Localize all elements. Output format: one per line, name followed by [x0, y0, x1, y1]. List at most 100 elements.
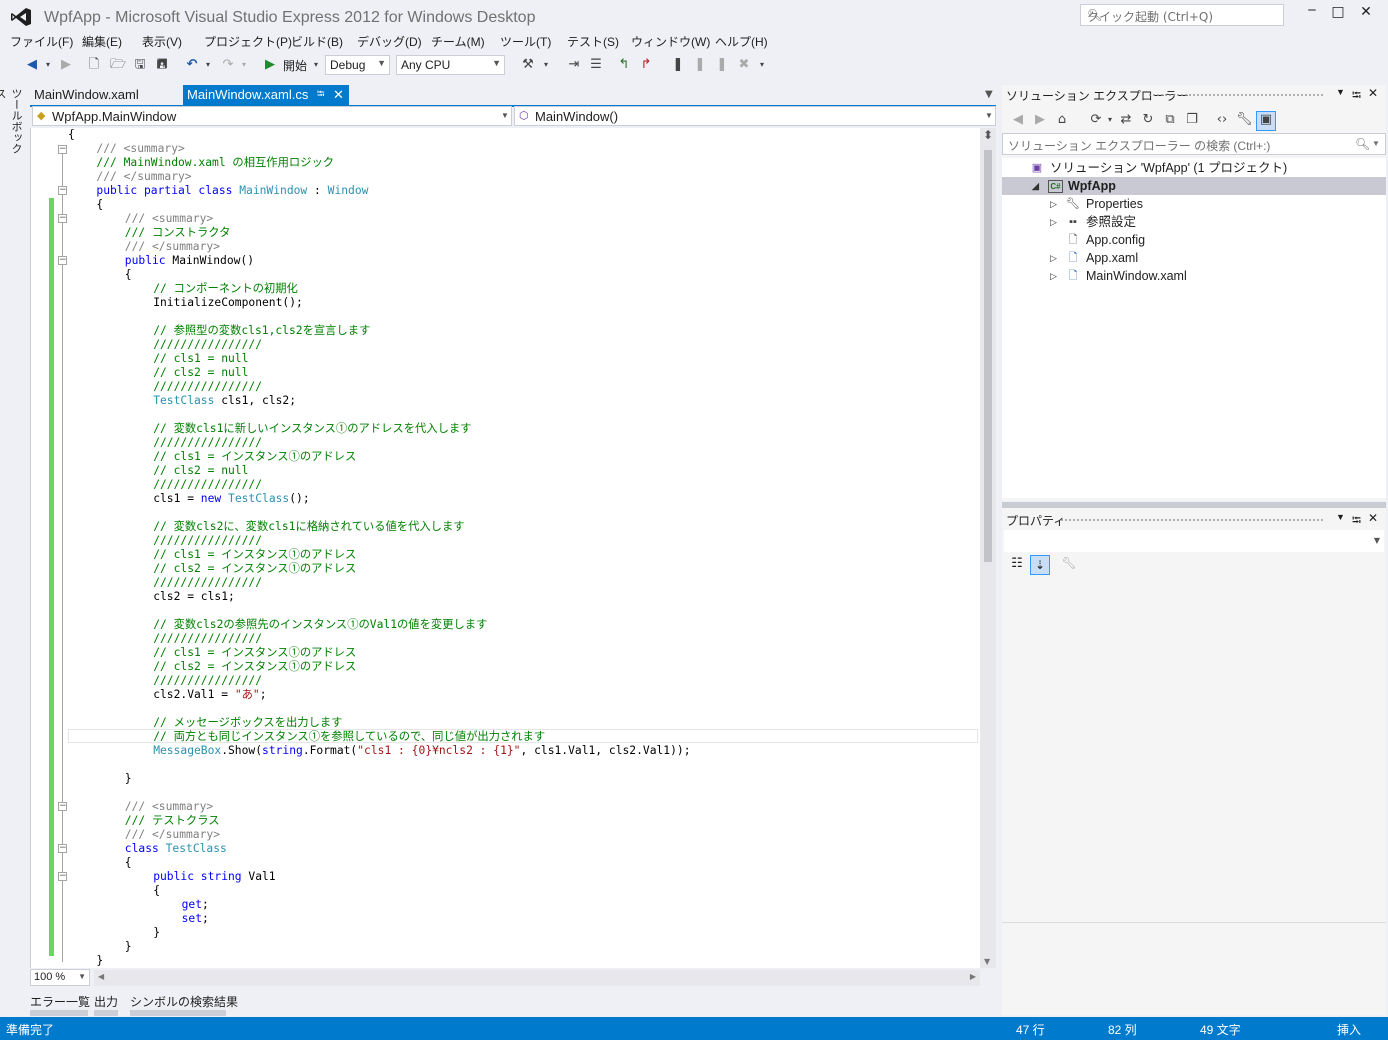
tree-item[interactable]: ▷ 🗋︎ App.xaml [1002, 249, 1386, 267]
forward-icon[interactable]: ▶ [58, 57, 74, 73]
view-code-icon[interactable]: ‹› [1214, 112, 1230, 128]
scroll-right-icon[interactable]: ▶ [970, 972, 976, 981]
chevron-down-icon[interactable]: ▾ [308, 57, 324, 73]
refresh-icon[interactable]: ↻ [1140, 112, 1156, 128]
new-project-icon[interactable]: 🗋︎ [86, 57, 102, 73]
solution-explorer-search-input[interactable]: ソリューション エクスプローラー の検索 (Ctrl+:) 🔍︎ ▼ [1002, 133, 1386, 155]
tree-item[interactable]: ▣ ソリューション 'WpfApp' (1 プロジェクト) [1002, 159, 1386, 177]
close-icon[interactable]: ✕ [1368, 86, 1378, 100]
collapse-toggle[interactable]: − [58, 802, 67, 811]
menu-edit[interactable]: 編集(E) [82, 33, 122, 50]
collapse-toggle[interactable]: − [58, 145, 67, 154]
expanded-arrow-icon[interactable]: ◢ [1032, 177, 1039, 195]
collapsed-arrow-icon[interactable]: ▷ [1050, 267, 1057, 285]
zoom-select[interactable]: 100 % ▼ [30, 969, 90, 986]
categorized-icon[interactable]: ☷ [1008, 556, 1026, 574]
clear-bookmarks-icon[interactable]: ✖ [736, 57, 752, 73]
menu-file[interactable]: ファイル(F) [10, 33, 73, 50]
start-debug-icon[interactable]: ▶ [262, 57, 278, 73]
preview-selected-items-icon[interactable]: ▣ [1256, 111, 1276, 131]
chevron-down-icon[interactable]: ▼ [1336, 87, 1345, 97]
vertical-scroll-thumb[interactable] [984, 150, 992, 562]
quick-launch-input[interactable]: クイック起動 (Ctrl+Q) 🔍︎ [1080, 4, 1284, 26]
tab-error-list[interactable]: エラー一覧 [30, 993, 90, 1010]
bookmark-icon[interactable]: ❚ [670, 57, 686, 73]
property-pages-icon[interactable]: 🔧︎ [1060, 556, 1078, 574]
tab-output[interactable]: 出力 [94, 993, 118, 1010]
tree-item[interactable]: ▷ 🗋︎ MainWindow.xaml [1002, 267, 1386, 285]
chevron-down-icon[interactable]: ▾ [40, 57, 56, 73]
save-all-icon[interactable]: 🖪︎ [154, 57, 170, 73]
solution-platform-select[interactable]: Any CPU ▼ [396, 55, 505, 75]
menu-test[interactable]: テスト(S) [567, 33, 619, 50]
start-button-label[interactable]: 開始 [283, 57, 307, 74]
collapsed-arrow-icon[interactable]: ▷ [1050, 195, 1057, 213]
toolbar-overflow-icon[interactable]: ▾ [538, 57, 554, 73]
tree-item[interactable]: ▷ ▪▪ 参照設定 [1002, 213, 1386, 231]
collapse-toggle[interactable]: − [58, 186, 67, 195]
collapse-toggle[interactable]: − [58, 256, 67, 265]
previous-bookmark-icon[interactable]: ❚ [692, 57, 708, 73]
outdent-icon[interactable]: ☰ [588, 57, 604, 73]
type-navigation-select[interactable]: ◆ WpfApp.MainWindow ▼ [32, 106, 512, 126]
find-in-files-icon[interactable]: ⚒ [520, 57, 536, 73]
tree-item[interactable]: ◢ C# WpfApp [1002, 177, 1386, 195]
pin-icon[interactable]: ⭾ [317, 85, 325, 105]
chevron-down-icon[interactable]: ▾ [236, 57, 252, 73]
back-icon[interactable]: ◀ [1010, 112, 1026, 128]
menu-project[interactable]: プロジェクト(P) [204, 33, 292, 50]
collapse-toggle[interactable]: − [58, 214, 67, 223]
open-file-icon[interactable]: 🗁︎ [110, 57, 126, 73]
indent-icon[interactable]: ⇥ [566, 57, 582, 73]
save-icon[interactable]: 🖫︎ [132, 57, 148, 73]
tab-find-symbol-results[interactable]: シンボルの検索結果 [130, 993, 238, 1010]
properties-object-select[interactable]: ▼ [1004, 530, 1384, 552]
tab-mainwindow-xaml[interactable]: MainWindow.xaml [34, 85, 139, 105]
close-window-button[interactable]: ✕ [1354, 4, 1378, 26]
back-icon[interactable]: ◀ [24, 57, 40, 73]
tab-mainwindow-xaml-cs[interactable]: MainWindow.xaml.cs ⭾ ✕ [183, 85, 349, 105]
pin-icon[interactable]: ⭾ [1352, 511, 1361, 532]
collapsed-arrow-icon[interactable]: ▷ [1050, 213, 1057, 231]
scroll-left-icon[interactable]: ◀ [98, 972, 104, 981]
show-all-files-icon[interactable]: ❐ [1184, 112, 1200, 128]
collapsed-arrow-icon[interactable]: ▷ [1050, 249, 1057, 267]
property-grid[interactable] [1002, 580, 1386, 922]
split-handle-icon[interactable]: ⬍ [983, 128, 993, 142]
solution-configuration-select[interactable]: Debug ▼ [325, 55, 390, 75]
menu-tools[interactable]: ツール(T) [500, 33, 551, 50]
redo-icon[interactable]: ↷ [220, 57, 236, 73]
menu-view[interactable]: 表示(V) [142, 33, 182, 50]
properties-wrench-icon[interactable]: 🔧︎ [1236, 112, 1253, 128]
alphabetical-icon[interactable]: ⇣ [1030, 555, 1050, 575]
maximize-button[interactable]: □ [1326, 4, 1350, 26]
chevron-down-icon[interactable]: ▾ [200, 57, 216, 73]
minimize-button[interactable]: ‒ [1300, 2, 1324, 24]
chevron-down-icon[interactable]: ▾ [1102, 112, 1118, 128]
next-bookmark-icon[interactable]: ❚ [714, 57, 730, 73]
tab-dropdown-icon[interactable]: ▼ [985, 89, 993, 100]
menu-build[interactable]: ビルド(B) [291, 33, 343, 50]
undo-icon[interactable]: ↶ [184, 57, 200, 73]
pin-icon[interactable]: ⭾ [1352, 86, 1361, 107]
close-icon[interactable]: ✕ [1368, 511, 1378, 525]
toolbar-overflow-icon[interactable]: ▾ [754, 57, 770, 73]
menu-team[interactable]: チーム(M) [431, 33, 485, 50]
toolbox-tab[interactable]: ツールボックス [0, 88, 24, 158]
forward-icon[interactable]: ▶ [1032, 112, 1048, 128]
pending-changes-icon[interactable]: ⇄ [1118, 112, 1134, 128]
horizontal-scrollbar[interactable]: ◀ ▶ [94, 970, 980, 986]
home-icon[interactable]: ⌂ [1054, 112, 1070, 128]
tree-item[interactable]: 🗋︎ App.config [1002, 231, 1386, 249]
member-navigation-select[interactable]: ⬡ MainWindow() ▼ [514, 106, 996, 126]
menu-window[interactable]: ウィンドウ(W) [631, 33, 710, 50]
collapse-all-icon[interactable]: ⧉ [1162, 112, 1178, 128]
collapse-toggle[interactable]: − [58, 844, 67, 853]
chevron-down-icon[interactable]: ▼ [1336, 512, 1345, 522]
comment-out-icon[interactable]: ↰ [616, 57, 632, 73]
collapse-toggle[interactable]: − [58, 872, 67, 881]
scroll-down-icon[interactable]: ▼ [984, 957, 990, 966]
close-tab-icon[interactable]: ✕ [333, 85, 344, 105]
tree-item[interactable]: ▷ 🔧︎ Properties [1002, 195, 1386, 213]
menu-help[interactable]: ヘルプ(H) [715, 33, 768, 50]
